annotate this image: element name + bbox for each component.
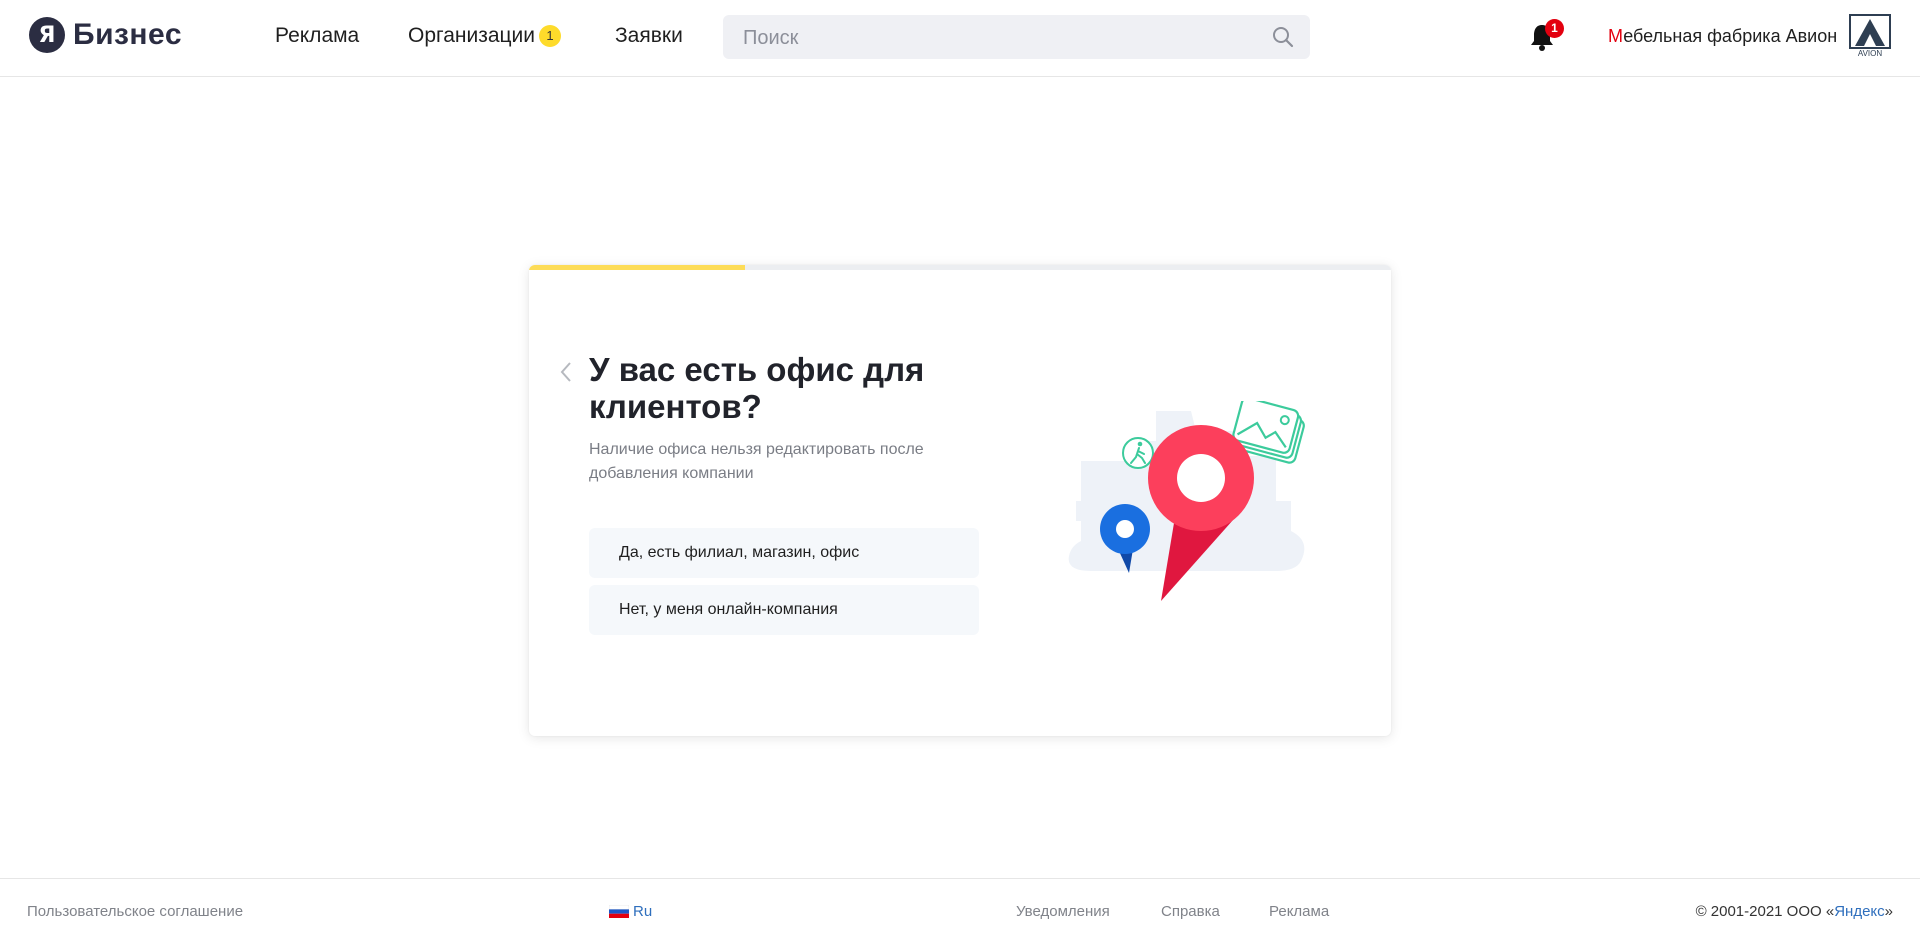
- language-label: Ru: [633, 903, 653, 920]
- footer-link-notifications[interactable]: Уведомления: [1016, 903, 1110, 920]
- nav-advertising[interactable]: Реклама: [275, 24, 359, 48]
- option-online-company[interactable]: Нет, у меня онлайн-компания: [589, 585, 979, 635]
- copyright-prefix: © 2001-2021 ООО «: [1695, 903, 1835, 920]
- red-map-pin-icon: [1148, 425, 1254, 601]
- pedestrian-icon: [1122, 437, 1154, 469]
- nav-organizations[interactable]: Организации 1: [408, 24, 562, 48]
- notifications-badge: 1: [1545, 19, 1564, 38]
- progress-bar-fill: [529, 265, 745, 270]
- language-switcher[interactable]: Ru: [609, 903, 652, 920]
- question-subtitle: Наличие офиса нельзя редактировать после…: [589, 441, 924, 482]
- search-box: [723, 15, 1310, 61]
- organizations-count-badge: 1: [539, 25, 562, 47]
- yandex-business-logo[interactable]: Я Бизнес: [29, 15, 182, 55]
- avion-logo-avatar[interactable]: AVION: [1849, 14, 1891, 58]
- organization-name-first-letter: М: [1608, 26, 1624, 46]
- copyright: © 2001-2021 ООО «Яндекс»: [1696, 903, 1893, 920]
- option-has-office[interactable]: Да, есть филиал, магазин, офис: [589, 528, 979, 578]
- footer-link-advertising[interactable]: Реклама: [1269, 903, 1329, 920]
- organization-name-rest: ебельная фабрика Авион: [1623, 26, 1838, 46]
- page-footer: Пользовательское соглашение Ru Уведомлен…: [0, 878, 1920, 937]
- russia-flag-icon: [609, 905, 629, 918]
- back-chevron-icon[interactable]: [559, 359, 573, 385]
- yandex-link[interactable]: Яндекс: [1834, 903, 1884, 920]
- question-title: У вас есть офис для клиентов?: [589, 351, 925, 425]
- map-pins-illustration: [1068, 401, 1305, 601]
- search-icon[interactable]: [1272, 26, 1294, 48]
- avatar-text: AVION: [1858, 49, 1883, 58]
- nav-requests[interactable]: Заявки: [615, 24, 683, 48]
- organization-name[interactable]: Мебельная фабрика Авион: [1608, 26, 1837, 47]
- logo-letter: Я: [29, 17, 65, 53]
- onboarding-card: У вас есть офис для клиентов? Наличие оф…: [529, 265, 1391, 736]
- progress-bar: [529, 265, 1391, 270]
- nav-organizations-label: Организации: [408, 24, 536, 47]
- copyright-suffix: »: [1884, 903, 1893, 920]
- footer-link-help[interactable]: Справка: [1161, 903, 1220, 920]
- logo-text: Бизнес: [73, 18, 183, 51]
- search-input[interactable]: [741, 15, 1265, 61]
- top-header: Я Бизнес Реклама Организации1 Заявки 1 М…: [0, 0, 1920, 77]
- user-agreement-link[interactable]: Пользовательское соглашение: [27, 903, 243, 920]
